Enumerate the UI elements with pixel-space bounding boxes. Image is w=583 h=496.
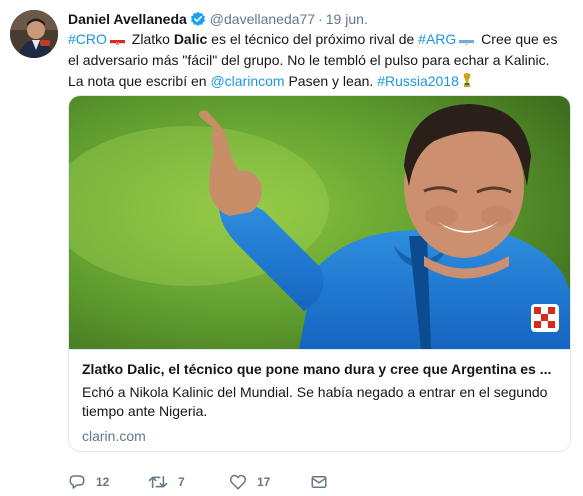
retweet-icon — [148, 473, 168, 491]
author-avatar[interactable] — [10, 10, 58, 58]
hashtag-arg[interactable]: #ARG — [418, 31, 456, 47]
card-description: Echó a Nikola Kalinic del Mundial. Se ha… — [82, 384, 548, 419]
card-image[interactable] — [69, 96, 571, 349]
hashtag-rusia2018[interactable]: #Russia2018 — [377, 73, 459, 89]
author-handle[interactable]: @davellaneda77 — [210, 11, 315, 27]
tweet-date[interactable]: 19 jun. — [326, 11, 368, 27]
retweet-button[interactable]: 7 — [148, 472, 185, 492]
tweet-text: #CRO Zlatko Dalic es el técnico del próx… — [68, 29, 568, 94]
direct-message-button[interactable] — [310, 472, 328, 492]
tweet-text-part: Pasen y lean. — [284, 73, 378, 89]
card-title[interactable]: Zlatko Dalic, el técnico que pone mano d… — [82, 360, 559, 379]
card-body[interactable]: Zlatko Dalic, el técnico que pone mano d… — [69, 349, 570, 451]
like-button[interactable]: 17 — [229, 472, 270, 492]
argentina-flag-icon — [459, 35, 475, 45]
link-card[interactable]: Zlatko Dalic, el técnico que pone mano d… — [68, 95, 571, 452]
tweet-text-bold-dalic: Dalic — [173, 31, 208, 47]
direct-message-icon — [310, 473, 328, 491]
like-icon — [229, 473, 247, 491]
reply-button[interactable]: 12 — [68, 472, 109, 492]
separator-dot: · — [318, 11, 323, 27]
author-name[interactable]: Daniel Avellaneda — [68, 11, 187, 27]
verified-badge-icon — [190, 11, 206, 27]
tweet-actions: 12 7 17 — [68, 472, 368, 492]
tweet-text-part: Zlatko — [127, 31, 174, 47]
tweet-text-part: es el técnico del próximo rival de — [207, 31, 419, 47]
reply-icon — [68, 473, 86, 491]
world-cup-trophy-icon — [462, 73, 472, 94]
mention-clarincom[interactable]: @clarincom — [210, 73, 284, 89]
retweet-count: 7 — [178, 475, 185, 489]
tweet: Daniel Avellaneda @davellaneda77 · 19 jun. … — [0, 0, 583, 496]
card-domain: clarin.com — [82, 428, 146, 444]
hashtag-cro[interactable]: #CRO — [68, 31, 107, 47]
tweet-header: Daniel Avellaneda @davellaneda77 · 19 jun. — [68, 10, 368, 28]
croatia-flag-icon — [109, 35, 125, 45]
reply-count: 12 — [96, 475, 110, 489]
like-count: 17 — [257, 475, 271, 489]
